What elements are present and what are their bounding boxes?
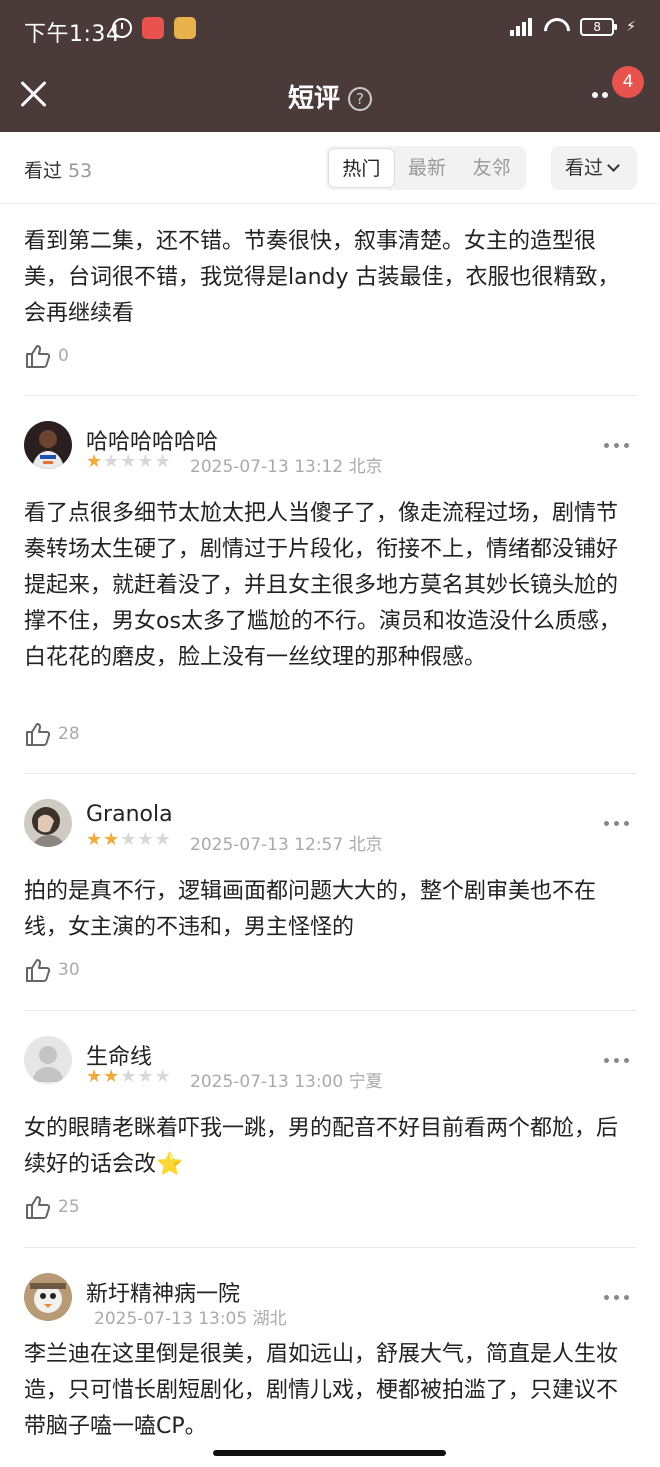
review-more-button[interactable]: [604, 821, 629, 826]
tab-hot[interactable]: 热门: [328, 148, 395, 188]
rating-stars: ★ ★ ★ ★ ★: [86, 452, 171, 472]
review-location: 宁夏: [348, 1072, 383, 1092]
star-icon: ★: [154, 1066, 171, 1087]
app-notification-icon: [142, 17, 164, 39]
review-meta: 2025-07-13 13:00 宁夏: [190, 1067, 383, 1092]
star-icon: ★: [154, 829, 171, 850]
rating-stars: ★ ★ ★ ★ ★: [86, 830, 171, 850]
help-icon[interactable]: ?: [348, 87, 372, 111]
review-time: 2025-07-13 13:12: [190, 457, 344, 477]
divider: [24, 395, 636, 396]
status-time: 下午1:34: [24, 22, 121, 47]
like-count: 28: [58, 724, 80, 744]
seen-label-text: 看过: [24, 160, 63, 182]
notification-badge: 4: [612, 66, 644, 98]
signal-icon: [510, 18, 533, 36]
star-icon: ★: [137, 1066, 154, 1087]
review-text: 看到第二集，还不错。节奏很快，叙事清楚。女主的造型很美，台词很不错，我觉得是la…: [24, 229, 620, 326]
review-meta: 2025-07-13 12:57 北京: [190, 830, 383, 855]
divider: [24, 1247, 636, 1248]
rating-stars: ★ ★ ★ ★ ★: [86, 1067, 171, 1087]
avatar[interactable]: [24, 1036, 72, 1084]
thumbs-up-icon: [26, 959, 51, 982]
star-icon: ★: [120, 829, 137, 850]
star-icon: ★: [137, 829, 154, 850]
filter-bar: 看过 53 热门 最新 友邻 看过: [0, 132, 660, 204]
page-title: 短评?: [0, 78, 660, 115]
star-icon: ★: [103, 451, 120, 472]
seen-count-label: 看过 53: [24, 156, 92, 183]
review-location: 北京: [348, 457, 383, 477]
tab-friends[interactable]: 友邻: [459, 148, 524, 188]
nav-bar: 短评?: [0, 62, 660, 132]
review-time: 2025-07-13 13:05: [94, 1309, 248, 1329]
like-button[interactable]: 28: [24, 720, 80, 748]
app-notification-icon-2: [174, 17, 196, 39]
avatar[interactable]: [24, 799, 72, 847]
thumbs-up-icon: [26, 723, 51, 746]
star-icon: ★: [154, 451, 171, 472]
page-title-text: 短评: [287, 84, 340, 114]
review-time: 2025-07-13 12:57: [190, 835, 344, 855]
like-button[interactable]: 0: [24, 342, 69, 370]
review-location: 北京: [348, 835, 383, 855]
star-icon: ★: [86, 829, 103, 850]
avatar[interactable]: [24, 421, 72, 469]
divider: [24, 773, 636, 774]
seen-count: 53: [68, 160, 93, 182]
home-indicator[interactable]: [213, 1450, 446, 1456]
like-button[interactable]: 30: [24, 956, 80, 984]
review-location: 湖北: [252, 1309, 287, 1329]
like-button[interactable]: 25: [24, 1193, 80, 1221]
more-options-button[interactable]: [592, 92, 608, 98]
review-more-button[interactable]: [604, 1295, 629, 1300]
star-icon: ★: [120, 451, 137, 472]
dropdown-label: 看过: [565, 157, 604, 179]
review-text: 拍的是真不行，逻辑画面都问题大大的，整个剧审美也不在线，女主演的不违和，男主怪怪…: [24, 879, 597, 940]
review-more-button[interactable]: [604, 1058, 629, 1063]
star-icon: ★: [103, 1066, 120, 1087]
avatar[interactable]: [24, 1273, 72, 1321]
charging-icon: ⚡: [626, 19, 636, 35]
star-icon: ★: [137, 451, 154, 472]
seen-filter-dropdown[interactable]: 看过: [551, 146, 637, 190]
status-app-icons: [112, 17, 196, 39]
like-count: 30: [58, 960, 80, 980]
star-icon: ★: [86, 451, 103, 472]
review-more-button[interactable]: [604, 443, 629, 448]
thumbs-up-icon: [26, 1196, 51, 1219]
review-meta: 2025-07-13 13:12 北京: [190, 452, 383, 477]
star-icon: ★: [120, 1066, 137, 1087]
star-icon: ★: [86, 1066, 103, 1087]
status-bar: 下午1:34 8 ⚡: [0, 0, 660, 62]
review-meta: 2025-07-13 13:05 湖北: [94, 1304, 287, 1329]
wifi-icon: [544, 18, 568, 36]
tab-latest[interactable]: 最新: [395, 148, 460, 188]
clock-icon: [112, 18, 132, 38]
star-icon: ★: [103, 829, 120, 850]
review-time: 2025-07-13 13:00: [190, 1072, 344, 1092]
like-count: 0: [58, 346, 69, 366]
sort-tabs: 热门 最新 友邻: [326, 146, 526, 190]
review-text: 看了点很多细节太尬太把人当傻子了，像走流程过场，剧情节奏转场太生硬了，剧情过于片…: [24, 501, 621, 670]
like-count: 25: [58, 1197, 80, 1217]
divider: [24, 1010, 636, 1011]
review-text: 李兰迪在这里倒是很美，眉如远山，舒展大气，简直是人生妆造，只可惜长剧短剧化，剧情…: [24, 1342, 619, 1439]
status-right: 8 ⚡: [510, 18, 636, 36]
chevron-down-icon: [607, 159, 620, 172]
thumbs-up-icon: [26, 345, 51, 368]
review-text: 女的眼睛老眯着吓我一跳，男的配音不好目前看两个都尬，后续好的话会改⭐️: [24, 1116, 619, 1177]
username[interactable]: Granola: [86, 802, 173, 827]
battery-icon: 8: [580, 18, 618, 36]
